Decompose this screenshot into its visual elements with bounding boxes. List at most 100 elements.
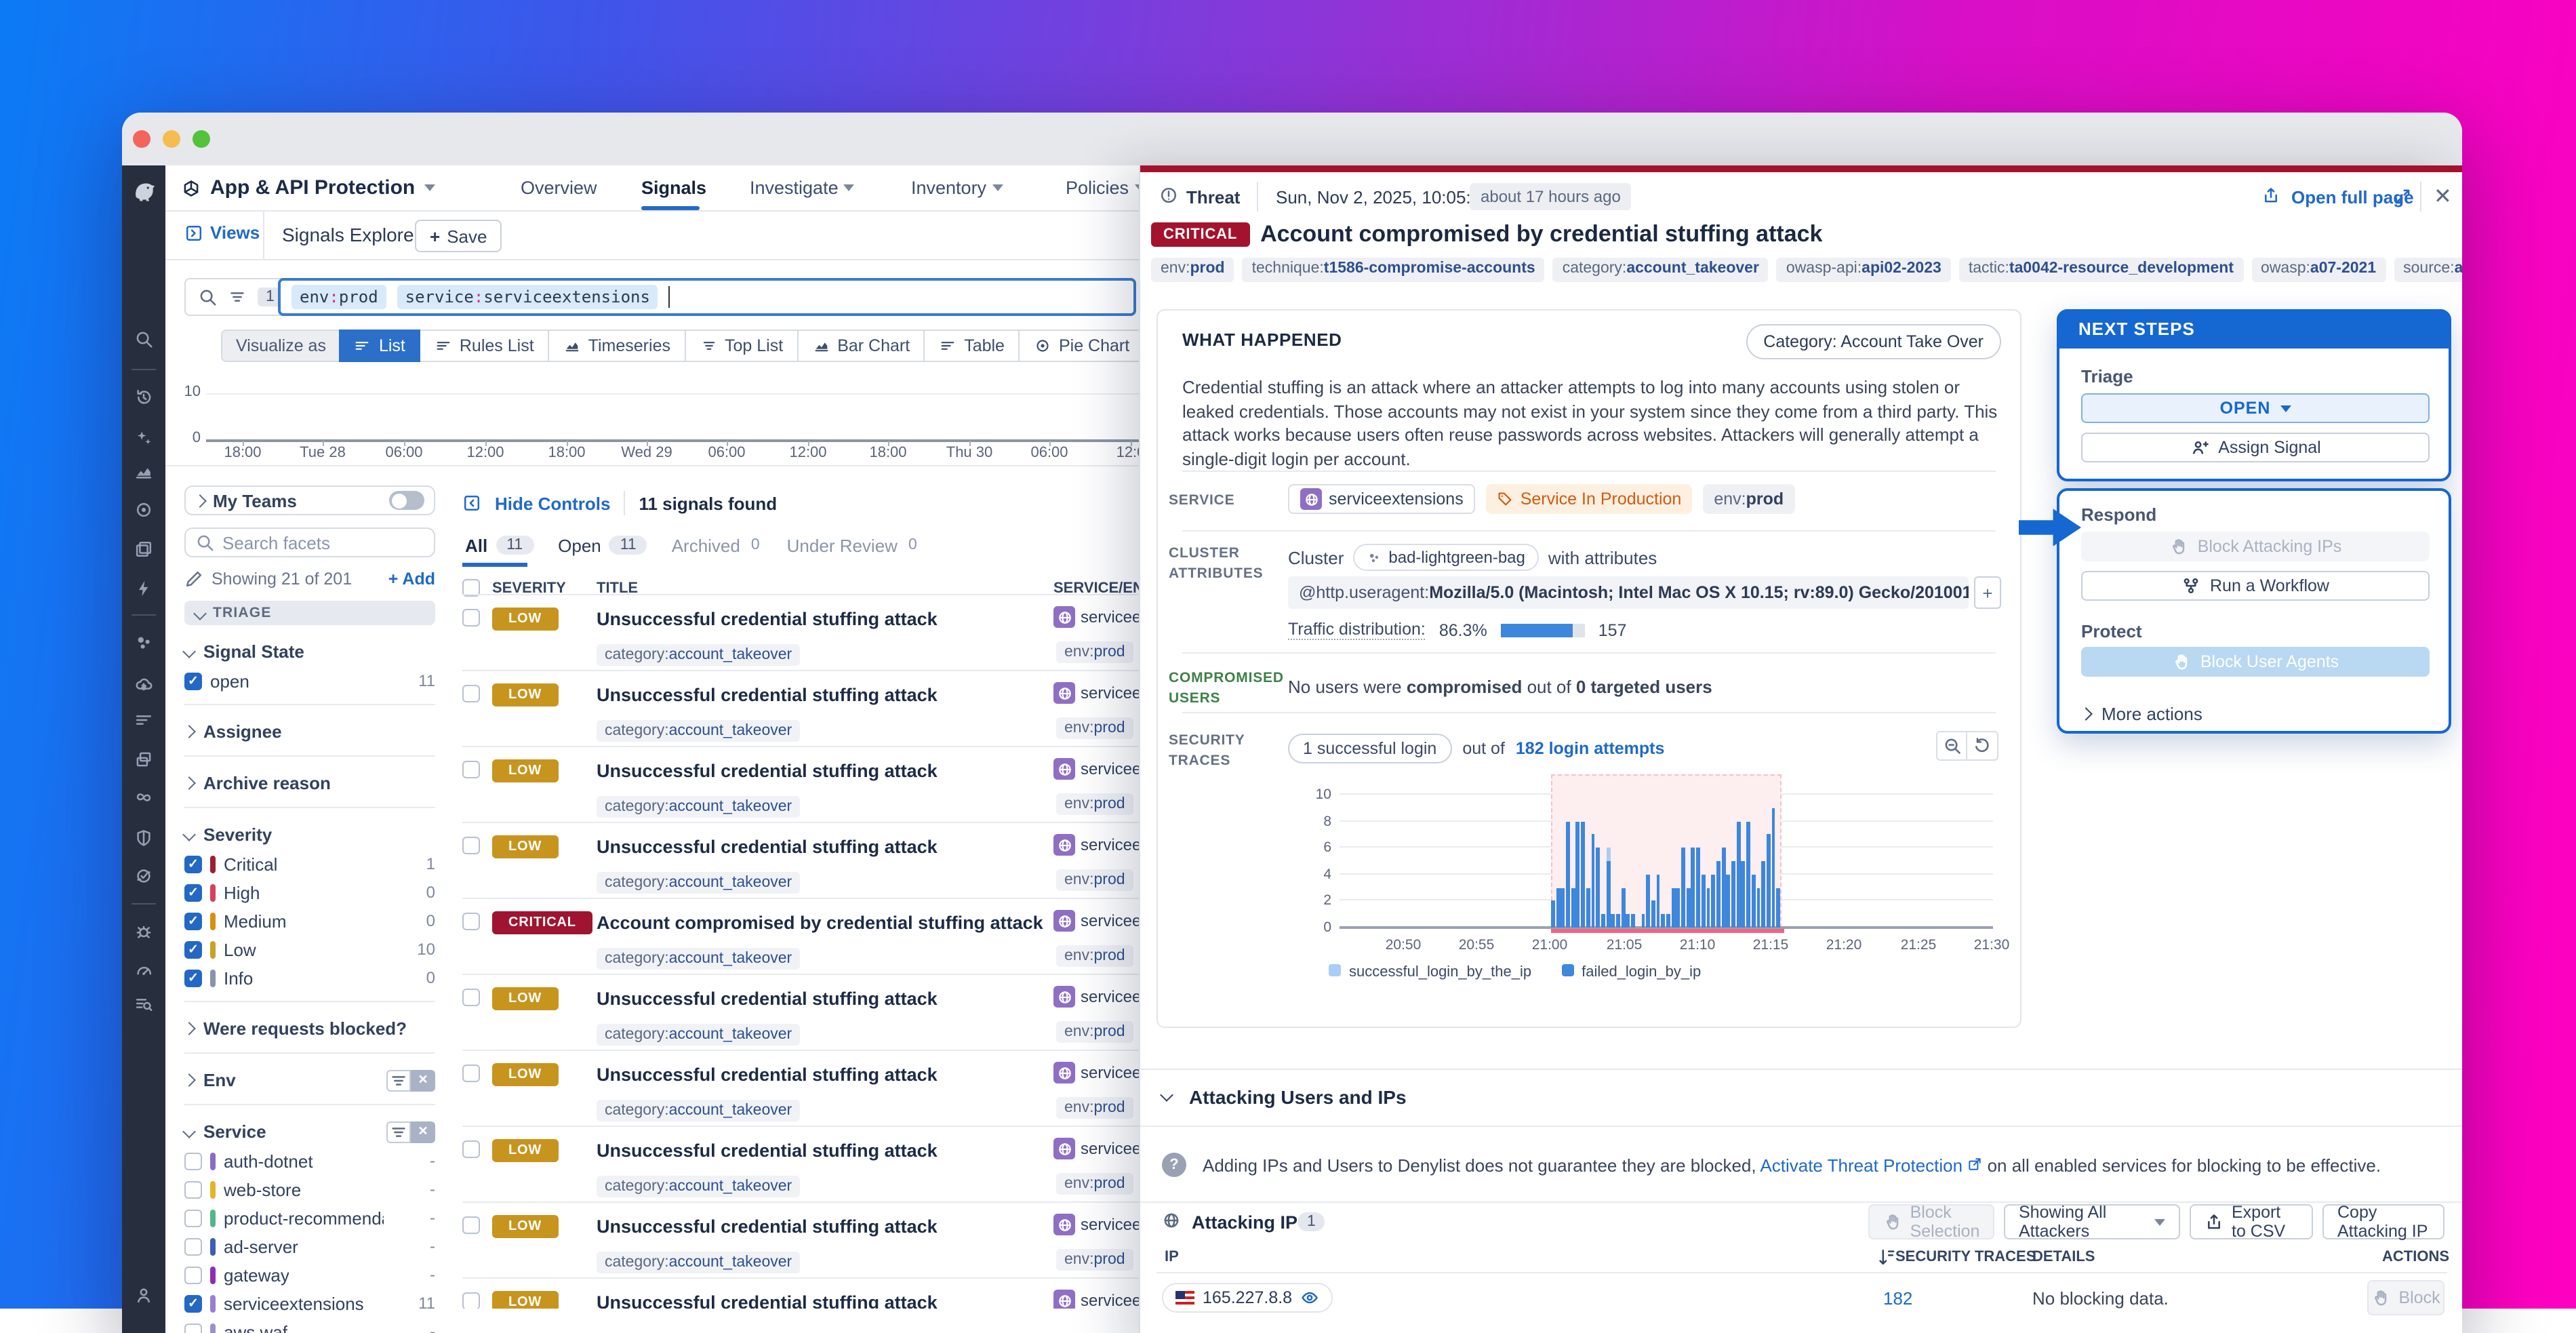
signal-title[interactable]: Unsuccessful credential stuffing attack — [597, 685, 938, 705]
facet-checkbox[interactable]: ✓ — [184, 940, 202, 958]
category-tag[interactable]: category:account_takeover — [597, 1252, 800, 1273]
signal-title[interactable]: Unsuccessful credential stuffing attack — [597, 1216, 938, 1237]
facet-item[interactable]: ✓Low10 — [184, 940, 435, 959]
export-csv-button[interactable]: Export to CSV — [2190, 1204, 2313, 1239]
legend-successful[interactable]: successful_login_by_the_ip — [1329, 964, 1531, 980]
tab-policies[interactable]: Policies — [1066, 165, 1145, 210]
close-window-button[interactable] — [133, 130, 150, 148]
service-cell[interactable]: serviceex — [1053, 758, 1139, 780]
category-tag[interactable]: category:account_takeover — [597, 872, 800, 894]
service-cell[interactable]: serviceex — [1053, 1214, 1139, 1235]
triage-state-select[interactable]: OPEN — [2081, 393, 2430, 423]
minimize-window-button[interactable] — [163, 130, 180, 148]
row-checkbox[interactable] — [462, 989, 480, 1006]
facet-item[interactable]: auth-dotnet- — [184, 1151, 435, 1170]
query-token[interactable]: env:prod — [291, 285, 386, 309]
security-traces-chart[interactable]: 024681020:5020:5521:0021:0521:1021:1521:… — [1340, 778, 1993, 928]
signal-title[interactable]: Unsuccessful credential stuffing attack — [597, 609, 938, 629]
signal-row[interactable]: LOW Unsuccessful credential stuffing att… — [462, 822, 1139, 898]
sidenav-cloud-cost-icon[interactable] — [122, 669, 165, 701]
signal-title[interactable]: Unsuccessful credential stuffing attack — [597, 1065, 938, 1085]
facet-section-assignee[interactable]: Assignee — [184, 721, 435, 742]
run-workflow-button[interactable]: Run a Workflow — [2081, 571, 2430, 601]
add-facet-button[interactable]: + Add — [388, 570, 435, 589]
detail-tag[interactable]: env:prod — [1151, 258, 1234, 282]
detail-tag[interactable]: source:application-threats — [2394, 258, 2462, 282]
row-checkbox[interactable] — [462, 1065, 480, 1082]
facet-section-env[interactable]: Env✕ — [184, 1070, 435, 1090]
facet-checkbox[interactable]: ✓ — [184, 1294, 202, 1312]
facet-checkbox[interactable]: ✓ — [184, 672, 202, 690]
category-tag[interactable]: category:account_takeover — [597, 1024, 800, 1046]
sort-desc-icon[interactable] — [1876, 1248, 1895, 1267]
tab-inventory[interactable]: Inventory — [911, 165, 1003, 210]
signal-title[interactable]: Account compromised by credential stuffi… — [597, 913, 1043, 933]
detail-tag[interactable]: technique:t1586-compromise-accounts — [1243, 258, 1545, 282]
sidenav-log-filter-icon[interactable] — [122, 704, 165, 736]
service-cell[interactable]: serviceex — [1053, 1062, 1139, 1083]
tab-signals[interactable]: Signals — [641, 165, 706, 210]
signal-title[interactable]: Unsuccessful credential stuffing attack — [597, 1140, 938, 1161]
block-selection-button[interactable]: Block Selection — [1868, 1204, 1994, 1239]
sidenav-layers-icon[interactable] — [122, 533, 165, 565]
facet-group-triage[interactable]: TRIAGE — [184, 601, 435, 625]
attacking-users-section[interactable]: Attacking Users and IPs — [1140, 1069, 2462, 1123]
facet-clear-button[interactable]: ✕ — [411, 1121, 435, 1142]
row-checkbox[interactable] — [462, 913, 480, 930]
zoom-window-button[interactable] — [193, 130, 210, 148]
service-cell[interactable]: serviceex — [1053, 986, 1139, 1008]
sidenav-history-icon[interactable] — [122, 381, 165, 414]
attackers-filter-select[interactable]: Showing All Attackers — [2004, 1204, 2180, 1239]
facet-section-severity[interactable]: Severity — [184, 824, 435, 845]
facet-item[interactable]: ✓open11 — [184, 671, 435, 690]
search-input[interactable]: env:prodservice:serviceextensions — [278, 278, 1136, 316]
facet-clear-button[interactable]: ✕ — [411, 1069, 435, 1091]
service-cell[interactable]: serviceex — [1053, 834, 1139, 856]
signals-tab-all[interactable]: All11 — [465, 535, 534, 555]
block-attacking-ips-button[interactable]: Block Attacking IPs — [2081, 532, 2430, 561]
block-user-agents-button[interactable]: Block User Agents — [2081, 647, 2430, 677]
product-switcher[interactable]: App & API Protection — [182, 165, 435, 210]
service-cell[interactable]: serviceex — [1053, 682, 1139, 704]
signal-row[interactable]: LOW Unsuccessful credential stuffing att… — [462, 670, 1139, 746]
facet-section-archive-reason[interactable]: Archive reason — [184, 773, 435, 793]
facet-item[interactable]: aws.waf- — [184, 1322, 435, 1333]
row-checkbox[interactable] — [462, 609, 480, 626]
login-attempts-link[interactable]: 182 login attempts — [1516, 739, 1665, 758]
facet-filter-button[interactable] — [386, 1121, 411, 1142]
save-view-button[interactable]: +Save — [415, 220, 502, 252]
facet-item[interactable]: ✓High0 — [184, 883, 435, 902]
sidenav-apm-target-icon[interactable] — [122, 494, 165, 526]
signal-title[interactable]: Unsuccessful credential stuffing attack — [597, 989, 938, 1009]
facet-item[interactable]: product-recommendation- — [184, 1208, 435, 1227]
expand-icon[interactable] — [2393, 187, 2412, 206]
service-cell[interactable]: serviceex — [1053, 910, 1139, 932]
signal-title[interactable]: Unsuccessful credential stuffing attack — [597, 837, 938, 857]
signal-row[interactable]: LOW Unsuccessful credential stuffing att… — [462, 1277, 1139, 1309]
assign-signal-button[interactable]: Assign Signal — [2081, 433, 2430, 462]
row-checkbox[interactable] — [462, 685, 480, 702]
category-tag[interactable]: category:account_takeover — [597, 1100, 800, 1121]
close-panel-icon[interactable]: ✕ — [2434, 183, 2452, 210]
sidenav-profiling-gauge-icon[interactable] — [122, 955, 165, 987]
signals-tab-open[interactable]: Open11 — [558, 535, 647, 555]
facet-checkbox[interactable]: ✓ — [184, 855, 202, 873]
signal-row[interactable]: CRITICAL Account compromised by credenti… — [462, 898, 1139, 974]
visualize-bar-chart[interactable]: Bar Chart — [798, 330, 925, 362]
visualize-rules-list[interactable]: Rules List — [420, 330, 549, 362]
row-checkbox[interactable] — [462, 1216, 480, 1234]
facet-item[interactable]: ✓Info0 — [184, 968, 435, 987]
cluster-chip[interactable]: bad-lightgreen-bag — [1353, 544, 1539, 571]
facet-item[interactable]: ✓serviceextensions11 — [184, 1294, 435, 1313]
my-teams-toggle[interactable] — [389, 491, 424, 510]
visualize-pie-chart[interactable]: Pie Chart — [1020, 330, 1144, 362]
traces-count-link[interactable]: 182 — [1883, 1288, 1912, 1309]
detail-tag[interactable]: tactic:ta0042-resource_development — [1959, 258, 2243, 282]
copy-attacking-ip-button[interactable]: Copy Attacking IP — [2322, 1204, 2444, 1239]
visualize-top-list[interactable]: Top List — [685, 330, 798, 362]
sidenav-datadog-logo-icon[interactable] — [122, 175, 165, 207]
th-security-traces[interactable]: SECURITY TRACES — [1895, 1249, 2036, 1265]
facet-checkbox[interactable] — [184, 1323, 202, 1333]
activate-threat-protection-link[interactable]: Activate Threat Protection — [1760, 1155, 1963, 1176]
sidenav-ai-sparkles-icon[interactable] — [122, 422, 165, 454]
